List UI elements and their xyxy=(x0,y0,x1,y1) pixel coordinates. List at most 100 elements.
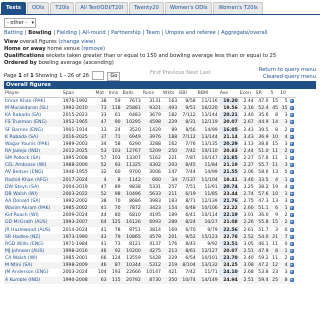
expand-icon[interactable]: + xyxy=(288,119,296,127)
expand-icon[interactable]: + xyxy=(289,269,296,276)
page-input[interactable] xyxy=(91,71,104,80)
player-name[interactable]: Rashid Khan (AFG) xyxy=(4,176,62,184)
player-name[interactable]: K Rabada (SA) xyxy=(4,133,62,141)
expand-icon[interactable]: + xyxy=(289,155,296,162)
expand-icon[interactable]: + xyxy=(289,212,296,219)
player-name[interactable]: SM Pollock (SA) xyxy=(4,155,62,162)
next-link[interactable]: Next xyxy=(186,70,198,76)
cell-wkts: 163 xyxy=(168,99,178,105)
expand-icon[interactable]: + xyxy=(288,190,296,198)
last-link[interactable]: Last xyxy=(200,70,211,76)
player-name[interactable]: CA Walsh (WI) xyxy=(4,255,62,262)
cell-bbm: 13/144 xyxy=(201,113,218,119)
nav-batting[interactable]: Batting xyxy=(4,30,23,36)
player-name[interactable]: AA Donald (SA) xyxy=(4,198,62,205)
player-name[interactable]: DW Steyn (SA) xyxy=(4,184,62,191)
expand-icon[interactable]: + xyxy=(289,184,296,191)
player-name[interactable]: Kid Roach (WI) xyxy=(4,212,62,219)
cleared-query-link[interactable]: Cleared query menu xyxy=(259,74,316,81)
col-mat[interactable]: Mat xyxy=(94,90,108,98)
nav-fielding[interactable]: Fielding xyxy=(57,30,77,36)
player-name[interactable]: RA Jadeja (IND) xyxy=(4,147,62,156)
expand-icon[interactable]: + xyxy=(288,147,296,156)
expand-icon[interactable]: + xyxy=(289,127,296,134)
col-inns[interactable]: Inns xyxy=(107,90,122,98)
expand-icon[interactable]: + xyxy=(289,169,296,176)
previous-link[interactable]: Previous xyxy=(163,70,185,76)
tab-odis[interactable]: ODIs xyxy=(27,2,50,14)
tab-all[interactable]: All Test/ODI/T20I xyxy=(75,2,129,14)
player-name[interactable]: KA Rabada (SA) xyxy=(4,112,62,119)
player-name[interactable]: A Kumble (IND) xyxy=(4,276,62,284)
expand-icon[interactable]: + xyxy=(288,233,296,241)
expand-icon[interactable]: + xyxy=(289,227,296,234)
expand-icon[interactable]: + xyxy=(288,205,296,213)
nav-aggregate[interactable]: Aggregate/overall xyxy=(221,30,267,36)
expand-icon[interactable]: + xyxy=(289,241,296,248)
col-10[interactable]: 10 xyxy=(279,90,289,98)
nav-bowling[interactable]: Bowling xyxy=(28,30,51,36)
cell-bbm: 13/135 xyxy=(201,141,218,147)
tab-womens-odis[interactable]: Women's ODIs xyxy=(164,2,213,14)
expand-icon[interactable]: + xyxy=(288,247,296,256)
player-name[interactable]: RGD Willis (ENG) xyxy=(4,241,62,248)
tab-womens-t20is[interactable]: Women's T20Is xyxy=(213,2,263,14)
nav-umpire[interactable]: Umpire and referee xyxy=(165,30,215,36)
player-name[interactable]: Wagar Younis (PAK) xyxy=(4,141,62,148)
nav-all-round[interactable]: All-round xyxy=(82,30,105,36)
player-name[interactable]: FS Trueman (ENG) xyxy=(4,119,62,127)
expand-icon[interactable]: + xyxy=(288,105,296,113)
player-name[interactable]: M Ntini (SA) xyxy=(4,262,62,270)
player-name[interactable]: AV Bedser (ENG) xyxy=(4,169,62,176)
tab-twenty20[interactable]: Twenty20 xyxy=(129,2,164,14)
player-name[interactable]: SR Hadlee (NZ) xyxy=(4,233,62,241)
col-balls[interactable]: Balls xyxy=(121,90,142,98)
first-link[interactable]: First xyxy=(150,70,161,76)
player-name[interactable]: GD McGrath (AUS) xyxy=(4,219,62,227)
player-name[interactable]: JM Anderson (ENG) xyxy=(4,269,62,276)
col-ave[interactable]: Ave xyxy=(218,90,239,98)
nav-partnership[interactable]: Partnership xyxy=(111,30,141,36)
col-econ[interactable]: Econ xyxy=(238,90,255,98)
remove-link[interactable]: (remove) xyxy=(81,46,105,52)
nav-team[interactable]: Team xyxy=(146,30,160,36)
expand-icon[interactable]: + xyxy=(288,262,296,270)
player-name[interactable]: M Muralidaran (SL) xyxy=(4,105,62,113)
player-name[interactable]: DB Walsh (WI) xyxy=(4,190,62,198)
col-bbm[interactable]: BBM xyxy=(196,90,219,98)
col-span[interactable]: Span xyxy=(61,90,95,98)
col-bbi[interactable]: BBI xyxy=(178,90,197,98)
expand-icon[interactable]: + xyxy=(288,276,296,284)
col-player[interactable]: Player xyxy=(4,90,62,98)
expand-icon[interactable]: + xyxy=(288,162,296,170)
player-name[interactable]: Imran Khan (PAK) xyxy=(4,98,62,106)
expand-icon[interactable]: + xyxy=(289,141,296,148)
col-runs[interactable]: Runs xyxy=(141,90,162,98)
return-to-query-link[interactable]: Return to query menu xyxy=(259,67,316,74)
col-wkts[interactable]: Wkts xyxy=(161,90,179,98)
tab-tests[interactable]: Tests xyxy=(1,2,27,14)
cell-balls: 11325 xyxy=(121,162,142,170)
player-name[interactable]: MJ Johnson (AUS) xyxy=(4,247,62,256)
other-select[interactable]: - other - ▾ xyxy=(4,18,36,28)
player-name[interactable]: SF Barnes (ENG) xyxy=(4,127,62,134)
change-view-link[interactable]: (change view) xyxy=(58,39,95,45)
expand-icon[interactable]: + xyxy=(289,255,296,262)
expand-icon[interactable]: + xyxy=(289,198,296,205)
player-name[interactable]: CEL Ambrose (WI) xyxy=(4,162,62,170)
player-name[interactable]: Wasim Akram (PAK) xyxy=(4,205,62,213)
expand-icon[interactable]: + xyxy=(288,219,296,227)
expand-icon[interactable]: + xyxy=(288,133,296,141)
col-sr[interactable]: SR xyxy=(254,90,270,98)
expand-icon[interactable]: + xyxy=(289,98,296,106)
expand-icon[interactable]: + xyxy=(289,112,296,119)
go-button[interactable]: Go xyxy=(107,72,121,81)
tab-t20is[interactable]: T20Is xyxy=(50,2,75,14)
col-5[interactable]: 5 xyxy=(269,90,280,98)
cell-5: 15 xyxy=(272,141,279,147)
cell-runs: 8730 xyxy=(141,276,162,284)
cell-wkts: 350 xyxy=(161,276,179,284)
expand-icon[interactable]: + xyxy=(288,176,296,184)
cell-mat: 57 xyxy=(100,156,107,162)
player-name[interactable]: JR Hazlewood (AUS) xyxy=(4,227,62,234)
